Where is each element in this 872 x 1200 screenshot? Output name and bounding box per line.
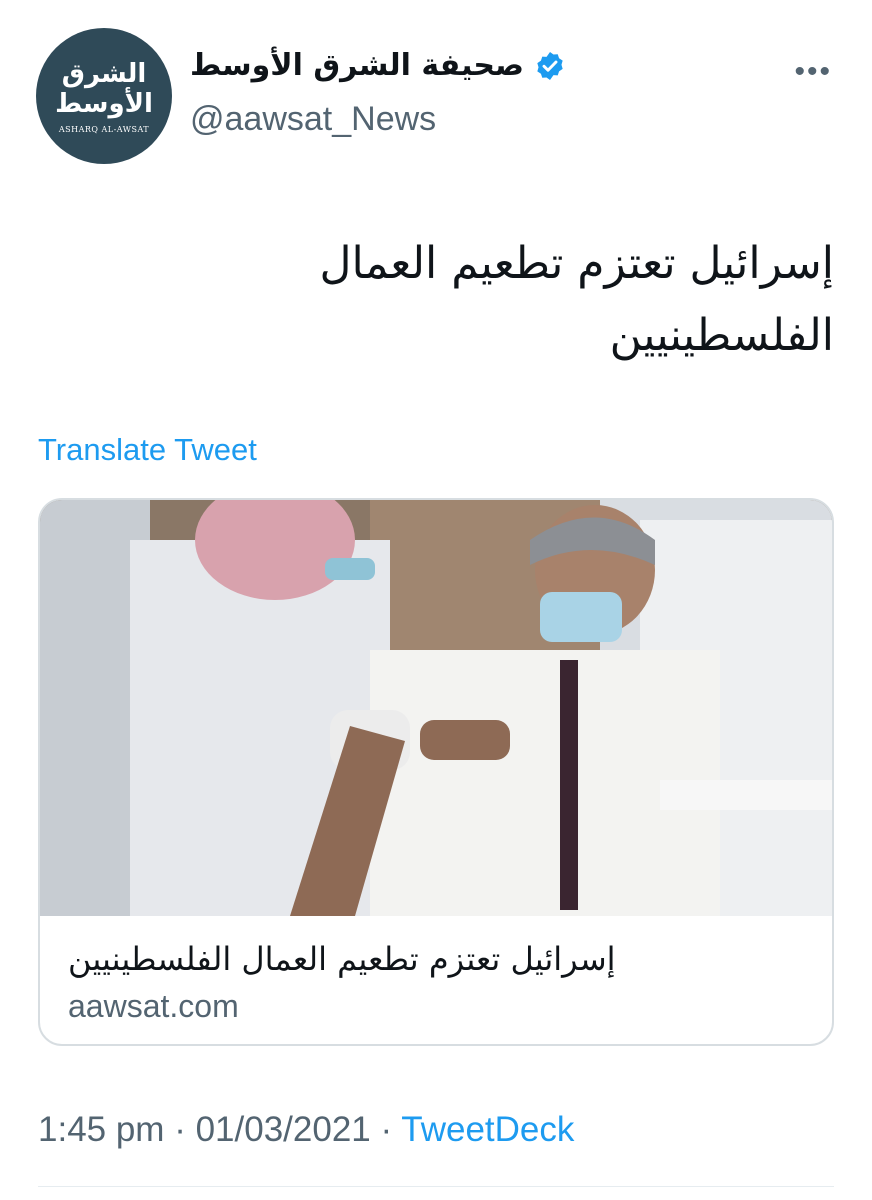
card-title: إسرائيل تعتزم تطعيم العمال الفلسطينيين bbox=[68, 940, 616, 978]
card-image bbox=[40, 500, 832, 916]
logo-text-line2: الأوسط bbox=[55, 88, 153, 119]
link-card[interactable]: إسرائيل تعتزم تطعيم العمال الفلسطينيين a… bbox=[38, 498, 834, 1046]
tweet-time[interactable]: 1:45 pm bbox=[38, 1110, 164, 1149]
display-name[interactable]: صحيفة الشرق الأوسط bbox=[190, 48, 524, 83]
avatar[interactable]: الشرق الأوسط ASHARQ AL-AWSAT bbox=[36, 28, 172, 164]
logo-text-english: ASHARQ AL-AWSAT bbox=[58, 124, 150, 134]
tweet-date[interactable]: 01/03/2021 bbox=[196, 1110, 371, 1149]
tweet-source-link[interactable]: TweetDeck bbox=[401, 1110, 574, 1149]
card-domain: aawsat.com bbox=[68, 988, 239, 1024]
verified-badge-icon bbox=[537, 51, 563, 80]
tweet-text: إسرائيل تعتزم تطعيم العمال الفلسطينيين bbox=[319, 238, 834, 361]
divider bbox=[38, 1186, 834, 1187]
tweet-meta: 1:45 pm · 01/03/2021 · TweetDeck bbox=[38, 1110, 574, 1150]
meta-separator: · bbox=[380, 1110, 393, 1149]
account-handle[interactable]: @aawsat_News bbox=[190, 100, 436, 139]
translate-tweet-link[interactable]: Translate Tweet bbox=[38, 432, 257, 468]
more-options-icon[interactable]: ••• bbox=[794, 57, 832, 87]
meta-separator: · bbox=[174, 1110, 186, 1149]
logo-text-line1: الشرق bbox=[61, 58, 147, 89]
name-row: صحيفة الشرق الأوسط bbox=[190, 48, 566, 83]
